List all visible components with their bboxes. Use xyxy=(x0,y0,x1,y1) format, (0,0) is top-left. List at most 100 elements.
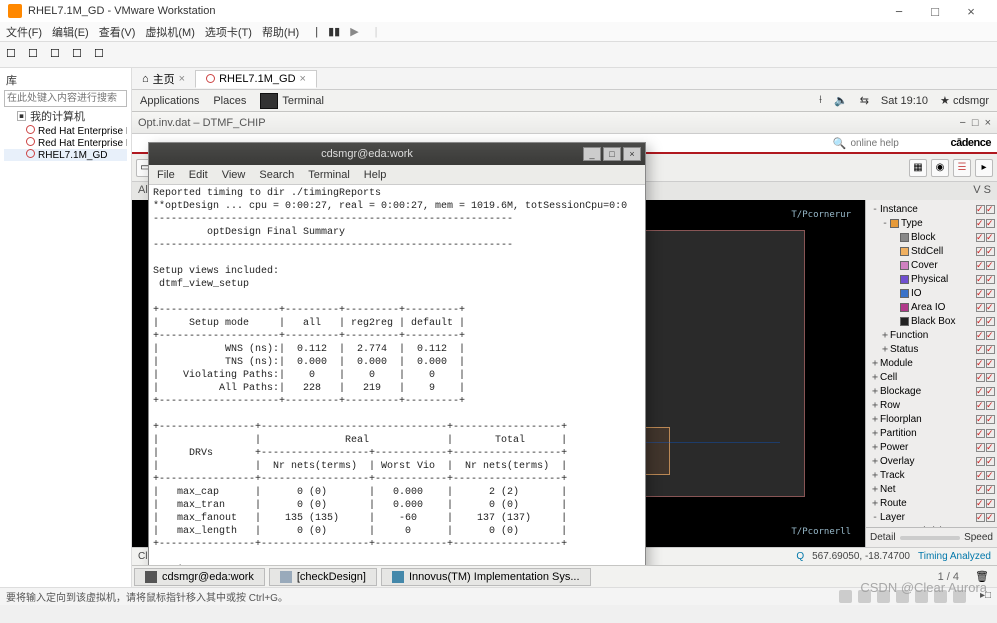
view-list-icon[interactable]: ☰ xyxy=(953,159,971,177)
layer-row[interactable]: +Net xyxy=(868,482,995,496)
layer-row[interactable]: +Function xyxy=(868,328,995,342)
view-world-icon[interactable]: ◉ xyxy=(931,159,949,177)
layer-row[interactable]: +Overlay xyxy=(868,454,995,468)
innovus-close-button[interactable]: × xyxy=(985,117,991,129)
term-menu-file[interactable]: File xyxy=(157,169,175,181)
pause-icon[interactable]: ▮▮ xyxy=(328,25,340,38)
toolbar-icon[interactable]: ☐ xyxy=(94,47,110,63)
terminal-close-button[interactable]: × xyxy=(623,147,641,161)
close-button[interactable]: × xyxy=(953,4,989,19)
toolbar-icon[interactable]: ☐ xyxy=(28,47,44,63)
toolbar-icon[interactable]: ☐ xyxy=(72,47,88,63)
menu-tabs[interactable]: 选项卡(T) xyxy=(205,24,252,40)
layer-row[interactable]: +Floorplan xyxy=(868,412,995,426)
status-q[interactable]: Q xyxy=(796,551,804,562)
innovus-title-text: Opt.inv.dat – DTMF_CHIP xyxy=(138,117,266,129)
menu-help[interactable]: 帮助(H) xyxy=(262,24,299,40)
layer-row[interactable]: Area IO xyxy=(868,300,995,314)
layer-row[interactable]: +Blockage xyxy=(868,384,995,398)
tree-vm[interactable]: Red Hat Enterprise Linux xyxy=(4,125,127,137)
layer-row[interactable]: Physical xyxy=(868,272,995,286)
sidebar-toggle-icon[interactable]: ▸□ xyxy=(980,590,991,603)
device-cd-icon[interactable] xyxy=(858,590,871,603)
volume-icon[interactable]: 🔈 xyxy=(834,94,848,107)
vmware-title: RHEL7.1M_GD - VMware Workstation xyxy=(28,5,215,17)
clock[interactable]: Sat 19:10 xyxy=(881,95,928,107)
tree-vm[interactable]: Red Hat Enterprise Linux xyxy=(4,137,127,149)
tab-active-vm[interactable]: RHEL7.1M_GD × xyxy=(195,70,317,88)
term-menu-help[interactable]: Help xyxy=(364,169,387,181)
library-search-input[interactable] xyxy=(4,90,127,107)
menu-vm[interactable]: 虚拟机(M) xyxy=(145,24,195,40)
term-menu-search[interactable]: Search xyxy=(259,169,294,181)
maximize-button[interactable]: □ xyxy=(917,4,953,19)
taskbar-item-terminal[interactable]: cdsmgr@eda:work xyxy=(134,568,265,586)
layer-row[interactable]: Block xyxy=(868,230,995,244)
gnome-terminal-label[interactable]: Terminal xyxy=(282,95,324,107)
layer-row[interactable]: Cover xyxy=(868,258,995,272)
device-display-icon[interactable] xyxy=(953,590,966,603)
terminal-output[interactable]: Reported timing to dir ./timingReports *… xyxy=(149,185,645,587)
layer-row[interactable]: +Status xyxy=(868,342,995,356)
bluetooth-icon[interactable]: ⟊ xyxy=(819,94,822,107)
terminal-titlebar[interactable]: cdsmgr@eda:work _ □ × xyxy=(149,143,645,165)
innovus-help-search[interactable] xyxy=(850,138,940,149)
layer-row[interactable]: Black Box xyxy=(868,314,995,328)
detail-slider[interactable]: Detail Speed xyxy=(866,527,997,547)
terminal-window[interactable]: cdsmgr@eda:work _ □ × File Edit View Sea… xyxy=(148,142,646,587)
user-menu[interactable]: ★ cdsmgr xyxy=(940,94,989,107)
terminal-max-button[interactable]: □ xyxy=(603,147,621,161)
gnome-applications[interactable]: Applications xyxy=(140,95,199,107)
device-sound-icon[interactable] xyxy=(915,590,928,603)
guest-display[interactable]: Applications Places Terminal ⟊ 🔈 ⇆ Sat 1… xyxy=(132,90,997,587)
layer-tree[interactable]: -Instance-TypeBlockStdCellCoverPhysicalI… xyxy=(866,200,997,527)
vmware-sidebar: 库 ▣ 我的计算机 Red Hat Enterprise Linux Red H… xyxy=(0,68,132,587)
menu-view[interactable]: 查看(V) xyxy=(99,24,136,40)
network-icon[interactable]: ⇆ xyxy=(860,94,869,107)
layer-row[interactable]: +Route xyxy=(868,496,995,510)
layer-row[interactable]: +Row xyxy=(868,398,995,412)
tree-vm-active[interactable]: RHEL7.1M_GD xyxy=(4,149,127,161)
workspace-switcher[interactable]: 1 / 4 xyxy=(930,571,967,583)
tab-home[interactable]: ⌂ 主页 × xyxy=(132,69,195,89)
innovus-max-button[interactable]: □ xyxy=(972,117,979,129)
tree-root[interactable]: ▣ 我的计算机 xyxy=(4,107,127,125)
vmware-status-text: 要将输入定向到该虚拟机，请将鼠标指针移入其中或按 Ctrl+G。 xyxy=(6,589,288,604)
layer-row[interactable]: IO xyxy=(868,286,995,300)
gnome-places[interactable]: Places xyxy=(213,95,246,107)
device-net-icon[interactable] xyxy=(877,590,890,603)
layer-row[interactable]: +Power xyxy=(868,440,995,454)
toolbar-icon[interactable]: ☐ xyxy=(6,47,22,63)
layer-row[interactable]: +Track xyxy=(868,468,995,482)
innovus-min-button[interactable]: − xyxy=(959,117,965,129)
layer-row[interactable]: StdCell xyxy=(868,244,995,258)
term-menu-terminal[interactable]: Terminal xyxy=(308,169,350,181)
status-mode: Timing Analyzed xyxy=(918,551,991,562)
device-hdd-icon[interactable] xyxy=(839,590,852,603)
view-expand-icon[interactable]: ▸ xyxy=(975,159,993,177)
trash-icon[interactable]: 🗑 xyxy=(975,570,989,583)
layer-row[interactable]: -Type xyxy=(868,216,995,230)
search-icon: 🔍 xyxy=(833,137,847,150)
layer-row[interactable]: -Instance xyxy=(868,202,995,216)
layer-row[interactable]: +Module xyxy=(868,356,995,370)
terminal-launcher-icon[interactable] xyxy=(260,93,278,109)
layer-row[interactable]: +Partition xyxy=(868,426,995,440)
term-menu-edit[interactable]: Edit xyxy=(189,169,208,181)
device-usb-icon[interactable] xyxy=(896,590,909,603)
term-menu-view[interactable]: View xyxy=(222,169,246,181)
layer-row[interactable]: -Layer xyxy=(868,510,995,524)
minimize-button[interactable]: − xyxy=(881,4,917,19)
view-grid-icon[interactable]: ▦ xyxy=(909,159,927,177)
layer-row[interactable]: +Cell xyxy=(868,370,995,384)
device-printer-icon[interactable] xyxy=(934,590,947,603)
menu-edit[interactable]: 编辑(E) xyxy=(52,24,89,40)
toolbar-icon[interactable]: ☐ xyxy=(50,47,66,63)
corner-label: T/Pcornerur xyxy=(791,210,851,220)
power-icon[interactable]: ▶ xyxy=(350,25,358,38)
taskbar-item-innovus[interactable]: Innovus(TM) Implementation Sys... xyxy=(381,568,591,586)
terminal-min-button[interactable]: _ xyxy=(583,147,601,161)
menu-file[interactable]: 文件(F) xyxy=(6,24,42,40)
status-coords: 567.69050, -18.74700 xyxy=(812,551,910,562)
taskbar-item-checkdesign[interactable]: [checkDesign] xyxy=(269,568,377,586)
